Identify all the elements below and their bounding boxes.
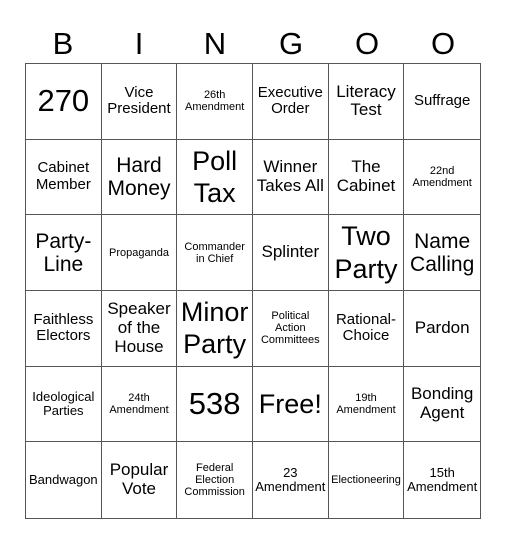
bingo-cell-label: Speaker of the House bbox=[107, 299, 171, 356]
bingo-cell[interactable]: Ideological Parties bbox=[26, 366, 102, 443]
bingo-cell-label: The Cabinet bbox=[336, 157, 396, 195]
bingo-cell[interactable]: 270 bbox=[26, 64, 102, 140]
bingo-cell-label: Name Calling bbox=[410, 229, 475, 276]
bingo-cell[interactable]: Minor Party bbox=[177, 290, 253, 367]
bingo-cell[interactable]: 19th Amendment bbox=[328, 366, 405, 443]
bingo-cell[interactable]: Literacy Test bbox=[328, 64, 405, 140]
bingo-cell[interactable]: Two Party bbox=[328, 215, 405, 291]
header-letter: B bbox=[52, 26, 74, 61]
bingo-cell-label: 15th Amendment bbox=[407, 464, 478, 495]
bingo-cell[interactable]: Vice President bbox=[101, 64, 178, 140]
bingo-cell-label: 24th Amendment bbox=[109, 391, 169, 416]
header-letter: N bbox=[203, 26, 227, 61]
bingo-cell-label: Two Party bbox=[334, 221, 398, 284]
bingo-cell-label: Rational-Choice bbox=[335, 310, 396, 345]
bingo-grid: 270 Vice President 26th Amendment Executive… bbox=[25, 63, 481, 519]
bingo-cell-label: Poll Tax bbox=[192, 145, 238, 208]
bingo-cell-label: Electioneering bbox=[331, 474, 401, 487]
bingo-cell[interactable]: Cabinet Member bbox=[26, 139, 102, 216]
bingo-cell-label: Hard Money bbox=[107, 153, 171, 200]
bingo-cell-label: Bonding Agent bbox=[410, 384, 474, 422]
bingo-cell-label: 538 bbox=[188, 385, 241, 421]
bingo-cell-label: 23 Amendment bbox=[255, 464, 326, 495]
bingo-cell[interactable]: Executive Order bbox=[252, 64, 329, 140]
bingo-cell-label: 26th Amendment bbox=[185, 89, 245, 114]
bingo-cell[interactable]: Commander in Chief bbox=[177, 215, 253, 291]
bingo-cell-label: Federal Election Commission bbox=[184, 462, 245, 499]
bingo-cell[interactable]: Federal Election Commission bbox=[177, 442, 253, 518]
header-letter: O bbox=[354, 26, 380, 61]
bingo-cell-label: 19th Amendment bbox=[336, 391, 396, 416]
bingo-cell-label: Ideological Parties bbox=[32, 388, 95, 418]
bingo-cell-label: Winner Takes All bbox=[256, 157, 324, 195]
bingo-cell-label: Political Action Committees bbox=[260, 310, 320, 347]
bingo-cell[interactable]: Winner Takes All bbox=[252, 139, 329, 216]
bingo-cell[interactable]: Pardon bbox=[404, 291, 480, 367]
bingo-cell[interactable]: 23 Amendment bbox=[253, 442, 329, 518]
bingo-cell[interactable]: Poll Tax bbox=[177, 139, 253, 216]
bingo-cell[interactable]: Political Action Committees bbox=[252, 290, 329, 367]
bingo-cell-label: Propaganda bbox=[109, 246, 169, 259]
header-letter: G bbox=[278, 26, 304, 61]
bingo-cell[interactable]: 26th Amendment bbox=[177, 64, 253, 140]
bingo-header: B I N G O O bbox=[25, 24, 481, 64]
bingo-cell[interactable]: Bandwagon bbox=[26, 442, 102, 518]
bingo-cell-label: Bandwagon bbox=[28, 472, 98, 487]
bingo-cell-label: Commander in Chief bbox=[184, 240, 245, 265]
bingo-cell-label: Suffrage bbox=[413, 92, 471, 110]
bingo-cell[interactable]: 24th Amendment bbox=[101, 366, 178, 443]
bingo-cell[interactable]: Bonding Agent bbox=[404, 367, 480, 443]
bingo-cell-label: Literacy Test bbox=[336, 81, 396, 120]
bingo-cell-label: Faithless Electors bbox=[33, 310, 94, 345]
bingo-cell[interactable]: Suffrage bbox=[404, 64, 480, 140]
bingo-cell-label: Minor Party bbox=[180, 296, 249, 360]
bingo-free-space[interactable]: Free! bbox=[252, 366, 329, 443]
bingo-cell[interactable]: Hard Money bbox=[101, 139, 178, 216]
bingo-cell[interactable]: Name Calling bbox=[404, 215, 480, 291]
bingo-cell[interactable]: Electioneering bbox=[329, 442, 405, 518]
bingo-cell-label: Pardon bbox=[414, 317, 470, 337]
bingo-cell[interactable]: Propaganda bbox=[101, 215, 178, 291]
bingo-cell-label: Splinter bbox=[261, 242, 320, 262]
bingo-cell[interactable]: 15th Amendment bbox=[404, 442, 480, 518]
bingo-cell-label: Vice President bbox=[107, 83, 171, 118]
bingo-cell-label: 270 bbox=[37, 83, 90, 119]
bingo-cell-label: Free! bbox=[258, 388, 322, 419]
bingo-cell[interactable]: Faithless Electors bbox=[26, 290, 102, 367]
bingo-cell[interactable]: Popular Vote bbox=[102, 442, 178, 518]
bingo-cell-label: Popular Vote bbox=[109, 460, 169, 499]
header-letter: I bbox=[134, 26, 144, 61]
bingo-cell-label: Executive Order bbox=[257, 83, 323, 118]
bingo-cell-label: Party-Line bbox=[35, 229, 92, 276]
bingo-cell[interactable]: 22nd Amendment bbox=[404, 140, 480, 216]
bingo-cell-label: 22nd Amendment bbox=[412, 164, 472, 189]
bingo-cell[interactable]: Speaker of the House bbox=[101, 290, 178, 367]
bingo-cell[interactable]: Rational-Choice bbox=[328, 290, 405, 367]
header-letter: O bbox=[430, 26, 456, 61]
bingo-cell[interactable]: Splinter bbox=[252, 215, 329, 291]
bingo-cell[interactable]: 538 bbox=[177, 366, 253, 443]
bingo-cell[interactable]: The Cabinet bbox=[328, 139, 405, 216]
bingo-cell-label: Cabinet Member bbox=[35, 159, 91, 193]
bingo-cell[interactable]: Party-Line bbox=[26, 215, 102, 291]
